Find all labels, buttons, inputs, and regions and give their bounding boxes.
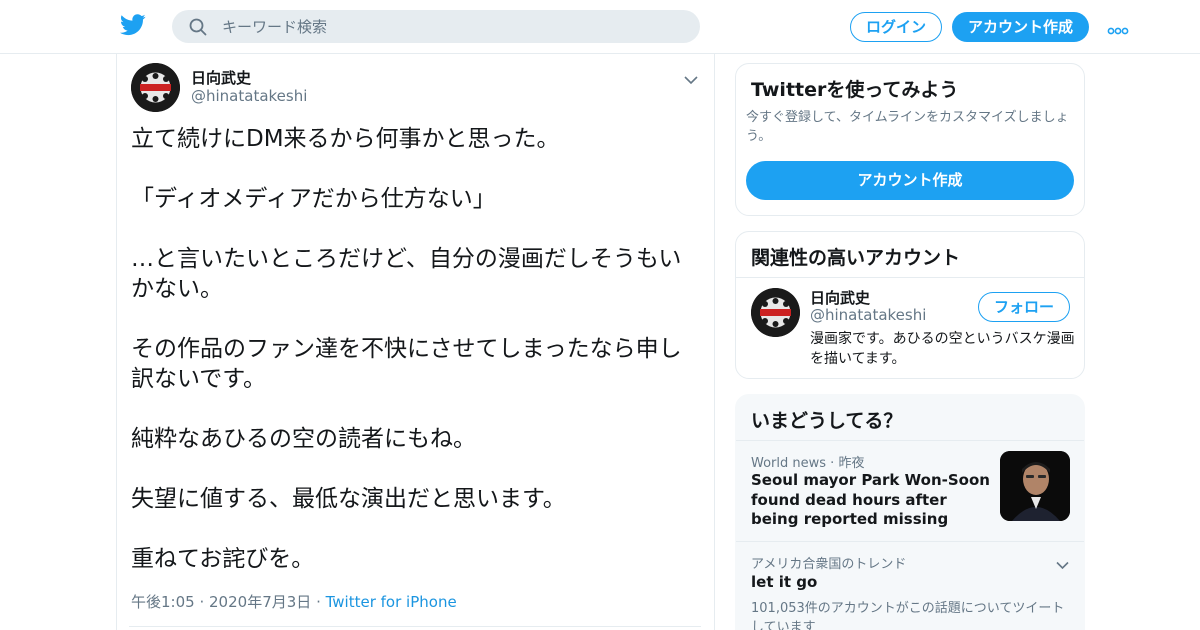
news-thumbnail[interactable] (1000, 451, 1070, 521)
divider (736, 541, 1084, 542)
tweet-source-link[interactable]: Twitter for iPhone (326, 593, 457, 611)
signup-card-subtitle: 今すぐ登録して、タイムラインをカスタマイズしましょう。 (746, 110, 1069, 144)
related-account-name[interactable]: 日向武史 (810, 287, 870, 308)
tweet-paragraph: 「ディオメディアだから仕方ない」 (131, 186, 496, 212)
twitter-bird-icon[interactable] (120, 14, 146, 36)
follow-button[interactable]: フォロー (978, 292, 1070, 322)
tweet-time[interactable]: 午後1:05 (131, 593, 195, 611)
avatar[interactable] (751, 288, 800, 337)
tweet-author-handle[interactable]: @hinatatakeshi (191, 87, 307, 105)
tweet-detail: 日向武史 @hinatatakeshi 立て続けにDM来るから何事かと思った。 … (116, 54, 715, 630)
tweet-paragraph: 重ねてお詫びを。 (131, 546, 315, 572)
tweet-paragraph: …と言いたいところだけど、自分の漫画だしそうもいかない。 (131, 246, 682, 302)
whats-happening-card: いまどうしてる？ World news · 昨夜 Seoul mayor Par… (735, 394, 1085, 630)
whats-happening-title: いまどうしてる？ (751, 410, 903, 432)
news-category-label: World news (751, 456, 827, 471)
related-account-handle[interactable]: @hinatatakeshi (810, 306, 926, 324)
divider (736, 277, 1084, 278)
signup-button[interactable]: アカウント作成 (952, 12, 1089, 42)
more-dots-icon[interactable] (1107, 21, 1129, 35)
related-account-bio: 漫画家です。あひるの空というバスケ漫画を描いてます。 (810, 331, 1075, 367)
news-headline[interactable]: Seoul mayor Park Won-Soon found dead hou… (751, 471, 996, 530)
tweet-timestamp: 午後1:05 · 2020年7月3日 · Twitter for iPhone (131, 593, 457, 611)
tweet-paragraph: 立て続けにDM来るから何事かと思った。 (131, 126, 560, 152)
tweet-paragraph: その作品のファン達を不快にさせてしまったなら申し訳ないです。 (131, 336, 682, 392)
trend-context: アメリカ合衆国のトレンド (751, 557, 907, 572)
divider (129, 626, 701, 627)
divider (736, 440, 1084, 441)
news-time: 昨夜 (838, 456, 865, 471)
signup-card: Twitterを使ってみよう 今すぐ登録して、タイムラインをカスタマイズしましょ… (735, 63, 1085, 216)
tweet-text: 立て続けにDM来るから何事かと思った。 「ディオメディアだから仕方ない」 …と言… (131, 124, 701, 574)
search-icon (189, 18, 207, 36)
avatar[interactable] (131, 63, 180, 112)
related-accounts-title: 関連性の高いアカウント (751, 247, 961, 269)
tweet-paragraph: 純粋なあひるの空の読者にもね。 (131, 426, 476, 452)
create-account-button[interactable]: アカウント作成 (746, 161, 1074, 200)
chevron-down-icon[interactable] (1056, 555, 1069, 570)
signup-card-title: Twitterを使ってみよう (751, 79, 959, 101)
news-category: World news · 昨夜 (751, 456, 865, 471)
tweet-paragraph: 失望に値する、最低な演出だと思います。 (131, 486, 566, 512)
trend-name[interactable]: let it go (751, 573, 817, 591)
login-button[interactable]: ログイン (850, 12, 942, 42)
trend-tweet-count: 101,053件のアカウントがこの話題についてツイートしています (751, 601, 1065, 630)
related-accounts-card: 関連性の高いアカウント 日向武史 @hinatatakeshi 漫画家です。あひ… (735, 231, 1085, 379)
tweet-author-name[interactable]: 日向武史 (191, 67, 251, 88)
tweet-date[interactable]: 2020年7月3日 (209, 593, 311, 611)
search-input[interactable] (222, 10, 682, 43)
search-box[interactable] (172, 10, 700, 43)
chevron-down-icon[interactable] (684, 70, 698, 85)
top-navigation-bar: ログイン アカウント作成 (0, 0, 1200, 54)
